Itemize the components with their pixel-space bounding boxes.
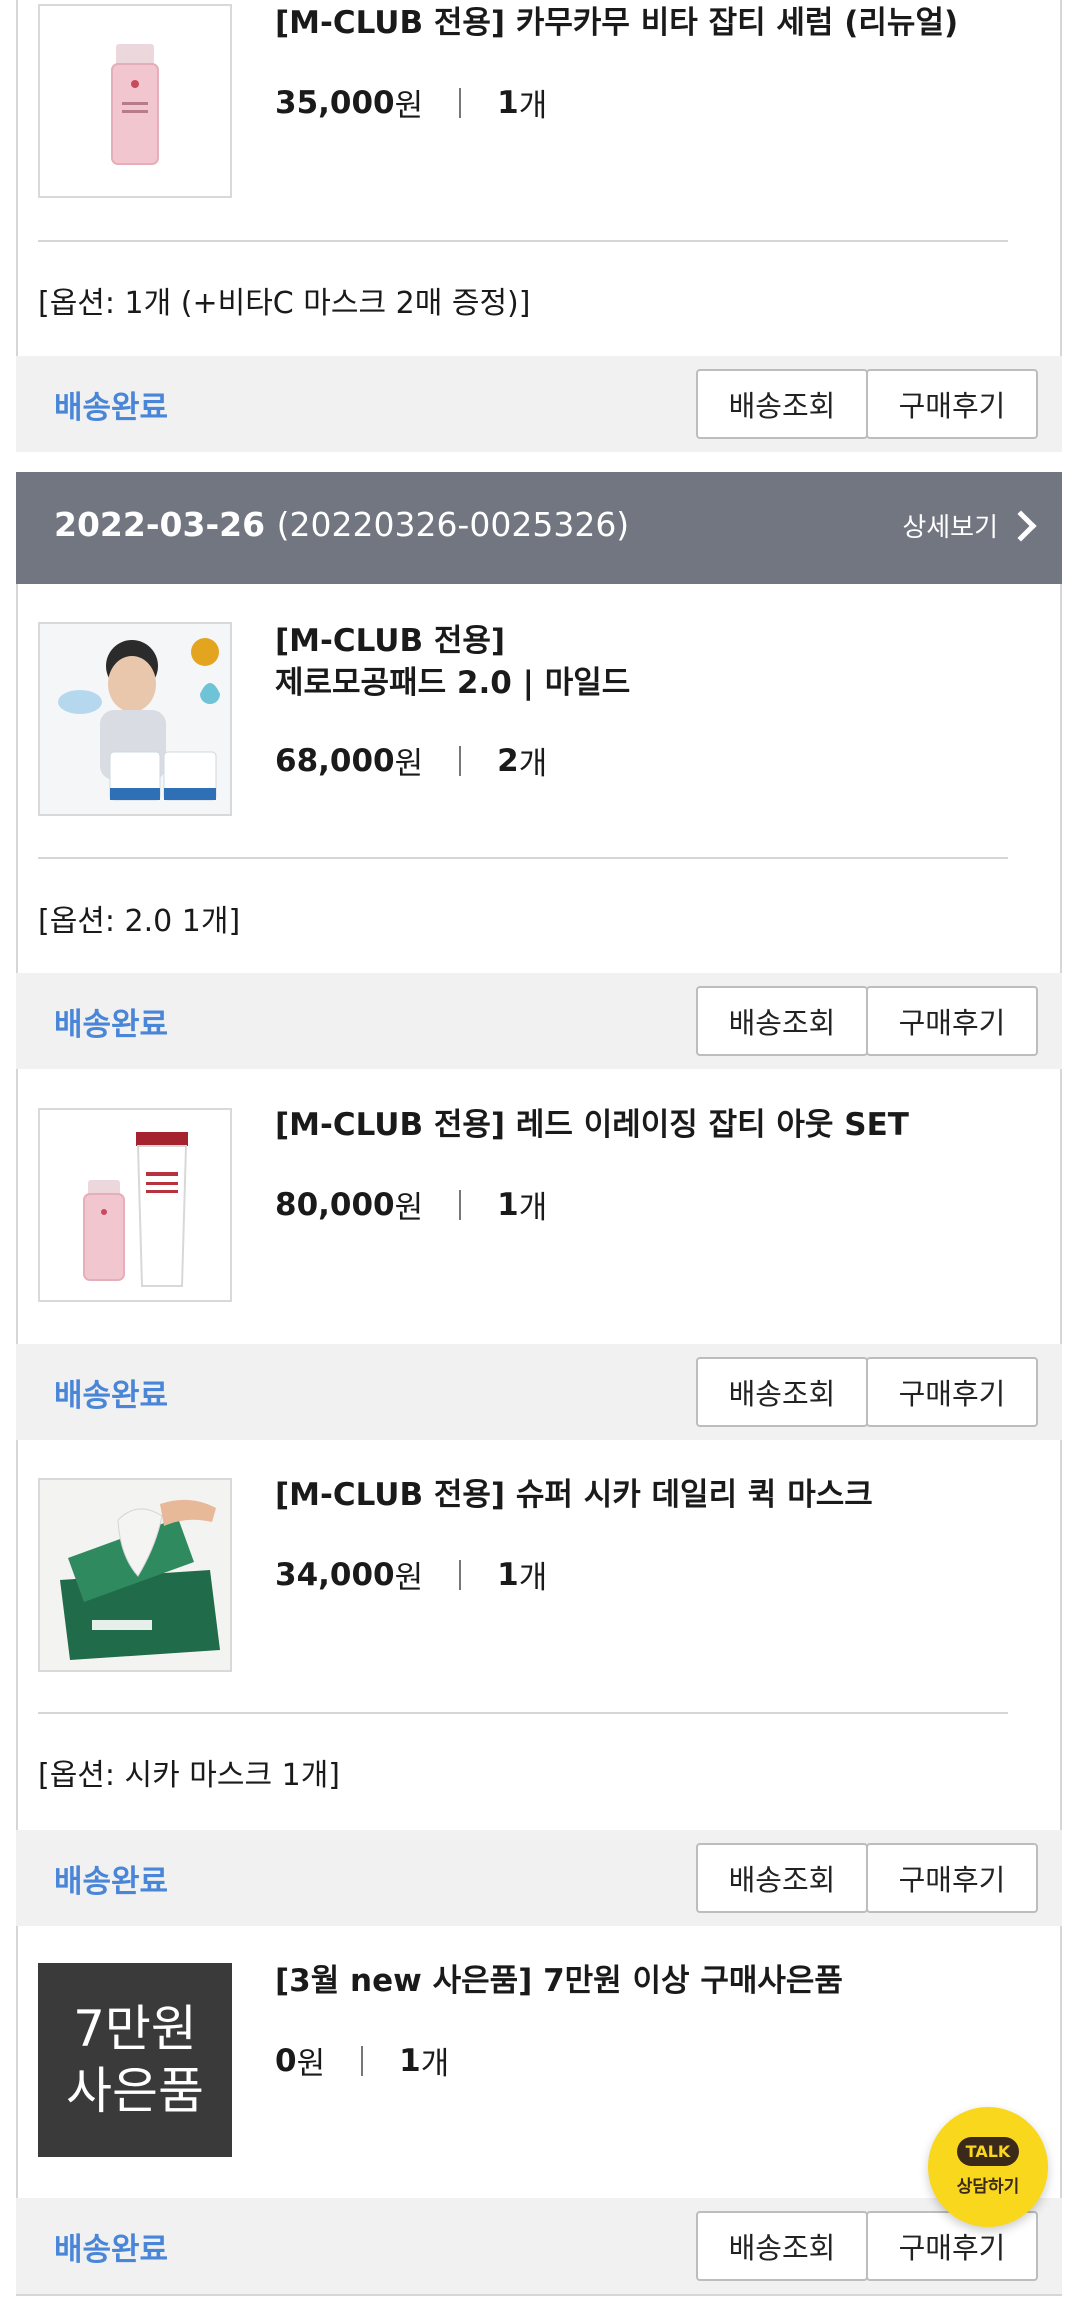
option-text: [옵션: 2.0 1개]	[38, 904, 241, 939]
separator	[459, 1559, 462, 1590]
divider	[38, 857, 1008, 859]
option-text: [옵션: 1개 (+비타C 마스크 2매 증정)]	[38, 286, 531, 321]
product-title[interactable]: [M-CLUB 전용] 카무카무 비타 잡티 세럼 (리뉴얼)	[275, 2, 958, 44]
track-delivery-button[interactable]: 배송조회	[696, 986, 868, 1056]
separator	[361, 2045, 364, 2076]
delivery-status: 배송완료	[54, 1007, 169, 1043]
delivery-status: 배송완료	[54, 1864, 169, 1900]
divider	[38, 240, 1008, 242]
order-date-value: 2022-03-26	[54, 505, 266, 544]
quantity-unit: 개	[518, 1190, 548, 1226]
product-thumbnail[interactable]	[38, 1108, 232, 1302]
order-detail-link[interactable]: 상세보기	[902, 507, 1037, 544]
separator	[459, 745, 462, 776]
detail-label: 상세보기	[902, 513, 998, 543]
track-delivery-button[interactable]: 배송조회	[696, 1357, 868, 1427]
write-review-button[interactable]: 구매후기	[866, 986, 1038, 1056]
order-number: (20220326-0025326)	[276, 505, 630, 544]
product-thumbnail[interactable]	[38, 1478, 232, 1672]
price-qty-row: 80,000 원 1개	[275, 1182, 547, 1227]
status-bar: 배송완료 배송조회 구매후기	[16, 1830, 1062, 1926]
write-review-button[interactable]: 구매후기	[866, 369, 1038, 439]
price-qty-row: 34,000 원 1개	[275, 1552, 547, 1597]
quantity-value: 1	[399, 2042, 421, 2079]
price-unit: 원	[394, 88, 424, 124]
separator	[459, 1189, 462, 1220]
track-delivery-button[interactable]: 배송조회	[696, 1843, 868, 1913]
status-bar: 배송완료 배송조회 구매후기	[16, 2198, 1062, 2294]
status-bar: 배송완료 배송조회 구매후기	[16, 1344, 1062, 1440]
quantity-value: 2	[497, 742, 519, 779]
price-value: 0	[275, 2042, 297, 2079]
quantity-unit: 개	[420, 2046, 450, 2082]
product-title[interactable]: [M-CLUB 전용] 레드 이레이징 잡티 아웃 SET	[275, 1104, 909, 1146]
quantity-unit: 개	[518, 88, 548, 124]
write-review-button[interactable]: 구매후기	[866, 1357, 1038, 1427]
product-thumbnail[interactable]	[38, 622, 232, 816]
divider	[38, 1712, 1008, 1714]
delivery-status: 배송완료	[54, 2232, 169, 2268]
talk-bubble-icon: TALK	[956, 2137, 1020, 2166]
track-delivery-button[interactable]: 배송조회	[696, 369, 868, 439]
price-qty-row: 68,000 원 2개	[275, 738, 547, 783]
price-unit: 원	[394, 1560, 424, 1596]
product-title[interactable]: [M-CLUB 전용] 슈퍼 시카 데일리 퀵 마스크	[275, 1474, 873, 1516]
price-unit: 원	[394, 746, 424, 782]
quantity-unit: 개	[518, 746, 548, 782]
price-value: 34,000	[275, 1556, 395, 1593]
quantity-value: 1	[497, 84, 519, 121]
price-qty-row: 35,000 원 1개	[275, 80, 547, 125]
status-bar: 배송완료 배송조회 구매후기	[16, 973, 1062, 1069]
option-text: [옵션: 시카 마스크 1개]	[38, 1758, 341, 1793]
quantity-value: 1	[497, 1186, 519, 1223]
product-thumbnail[interactable]	[38, 4, 232, 198]
product-title[interactable]: [M-CLUB 전용] 제로모공패드 2.0 | 마일드	[275, 620, 630, 704]
price-value: 35,000	[275, 84, 395, 121]
price-qty-row: 0원 1개	[275, 2038, 449, 2083]
order-date: 2022-03-26 (20220326-0025326)	[54, 505, 629, 544]
delivery-status: 배송완료	[54, 1378, 169, 1414]
gift-thumbnail[interactable]: 7만원 사은품	[38, 1963, 232, 2157]
price-unit: 원	[296, 2046, 326, 2082]
chevron-right-icon	[1005, 509, 1037, 542]
quantity-unit: 개	[518, 1560, 548, 1596]
track-delivery-button[interactable]: 배송조회	[696, 2211, 868, 2281]
product-title[interactable]: [3월 new 사은품] 7만원 이상 구매사은품	[275, 1960, 843, 2002]
order-header: 2022-03-26 (20220326-0025326) 상세보기	[16, 472, 1062, 584]
price-value: 68,000	[275, 742, 395, 779]
price-value: 80,000	[275, 1186, 395, 1223]
status-bar: 배송완료 배송조회 구매후기	[16, 356, 1062, 452]
price-unit: 원	[394, 1190, 424, 1226]
write-review-button[interactable]: 구매후기	[866, 1843, 1038, 1913]
chat-label: 상담하기	[956, 2177, 1020, 2197]
delivery-status: 배송완료	[54, 390, 169, 426]
kakao-talk-chat-button[interactable]: TALK 상담하기	[928, 2107, 1048, 2227]
quantity-value: 1	[497, 1556, 519, 1593]
separator	[459, 87, 462, 118]
